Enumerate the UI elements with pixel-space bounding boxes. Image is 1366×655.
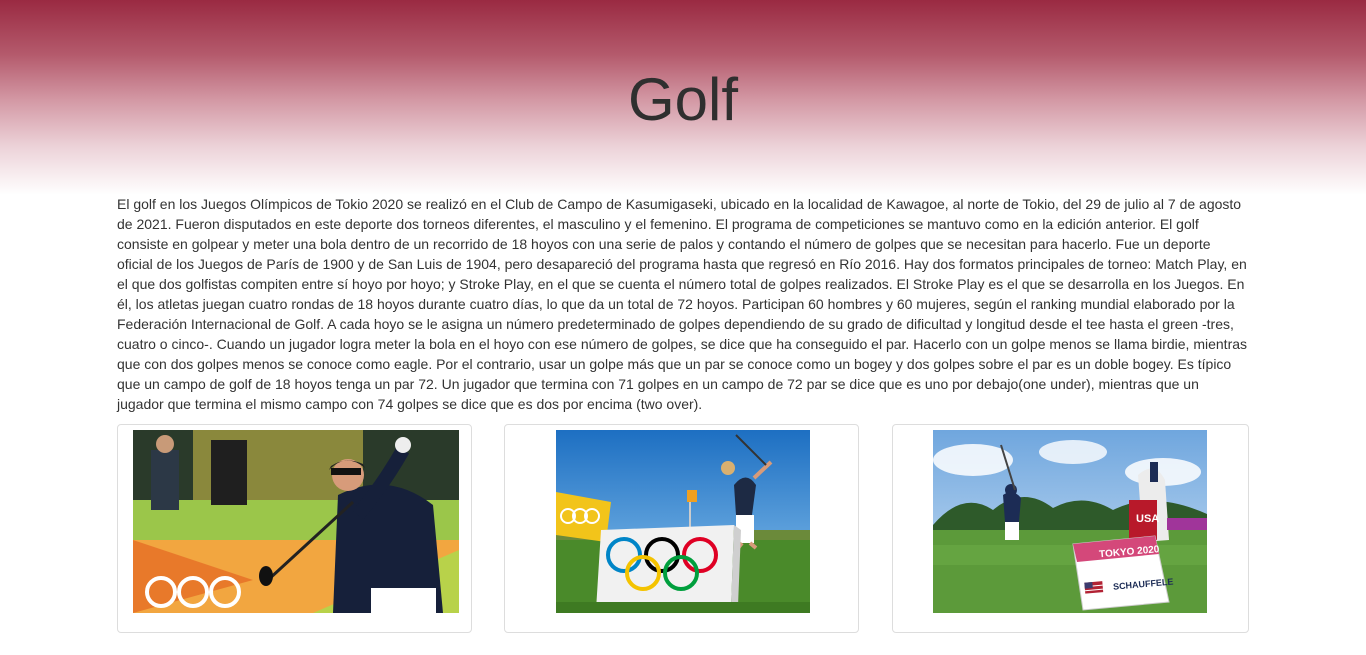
intro-paragraph: El golf en los Juegos Olímpicos de Tokio…: [117, 196, 1248, 412]
golfer-rio-photo: [133, 430, 459, 613]
page-title: Golf: [627, 66, 739, 133]
golfer-tokyo-photo: USA TOKYO 2020 SCHAUFFELE: [933, 430, 1207, 613]
photo-card-3: USA TOKYO 2020 SCHAUFFELE: [892, 424, 1249, 633]
golfer-olympic-rings-photo: [556, 430, 810, 613]
bag-text: USA: [1136, 513, 1159, 525]
photo-card-1: [117, 424, 472, 633]
photo-card-2: [504, 424, 859, 633]
